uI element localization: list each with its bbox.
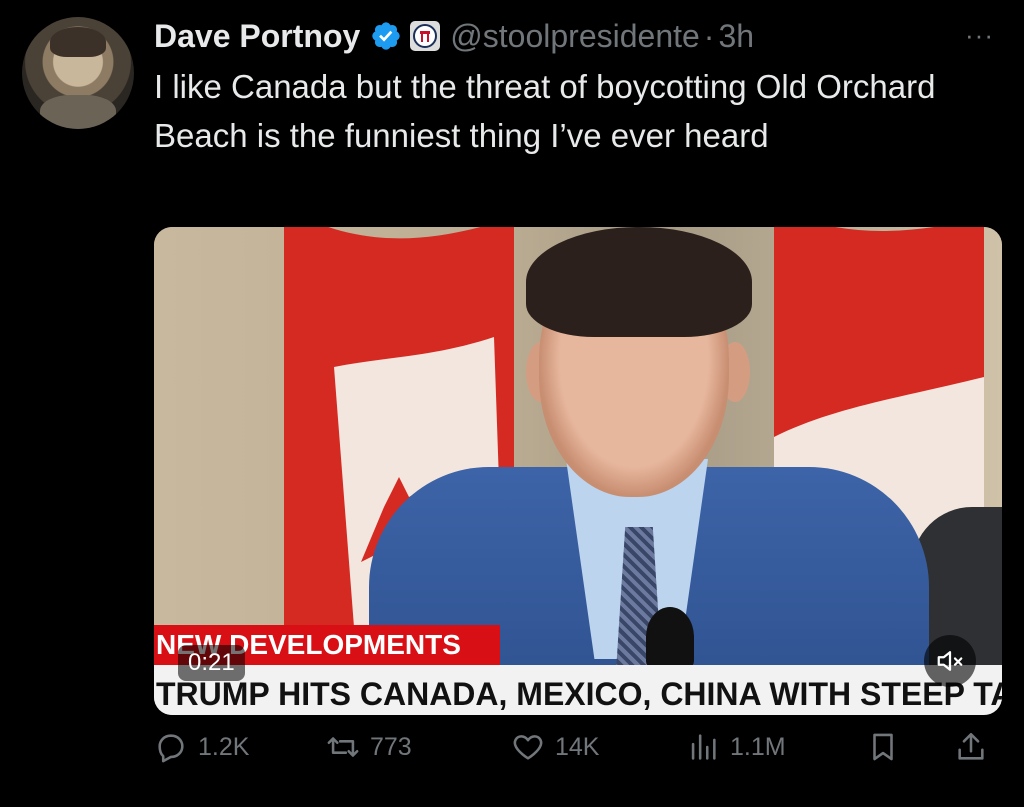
bookmark-icon xyxy=(873,733,893,761)
like-count: 14K xyxy=(555,732,600,761)
view-count: 1.1M xyxy=(730,732,786,761)
more-options-icon[interactable]: ··· xyxy=(965,20,994,51)
author-avatar[interactable] xyxy=(22,17,134,129)
microphone xyxy=(646,607,694,667)
barstool-badge-icon xyxy=(410,21,441,51)
reply-icon xyxy=(158,734,184,763)
like-button[interactable]: 14K xyxy=(511,730,599,764)
author-name[interactable]: Dave Portnoy xyxy=(154,18,360,55)
reply-count: 1.2K xyxy=(198,732,250,761)
author-handle[interactable]: @stoolpresidente xyxy=(450,18,700,55)
share-icon xyxy=(958,732,984,760)
tweet-timestamp[interactable]: 3h xyxy=(718,18,754,55)
video-player[interactable]: NEW DEVELOPMENTS TRUMP HITS CANADA, MEXI… xyxy=(154,227,1002,715)
retweet-icon xyxy=(327,737,359,757)
heart-icon xyxy=(513,735,543,760)
views-button[interactable]: 1.1M xyxy=(686,730,786,764)
bookmark-button[interactable] xyxy=(866,730,910,764)
verified-badge-icon xyxy=(372,22,400,50)
news-ticker: TRUMP HITS CANADA, MEXICO, CHINA WITH ST… xyxy=(154,665,1002,715)
share-button[interactable] xyxy=(954,730,998,764)
video-duration: 0:21 xyxy=(178,645,245,681)
reply-button[interactable]: 1.2K xyxy=(154,730,249,764)
mute-button[interactable] xyxy=(924,635,976,687)
separator-dot: · xyxy=(703,17,715,54)
speaker-hair xyxy=(526,227,752,337)
tweet-text: I like Canada but the threat of boycotti… xyxy=(154,68,936,154)
retweet-button[interactable]: 773 xyxy=(326,730,412,764)
tweet-actions: 1.2K 773 14K 1.1M xyxy=(154,730,1000,776)
views-icon xyxy=(691,734,716,760)
muted-speaker-icon xyxy=(937,651,963,671)
tweet-header: Dave Portnoy @stoolpresidente · 3h ··· xyxy=(154,14,994,58)
retweet-count: 773 xyxy=(370,732,412,761)
